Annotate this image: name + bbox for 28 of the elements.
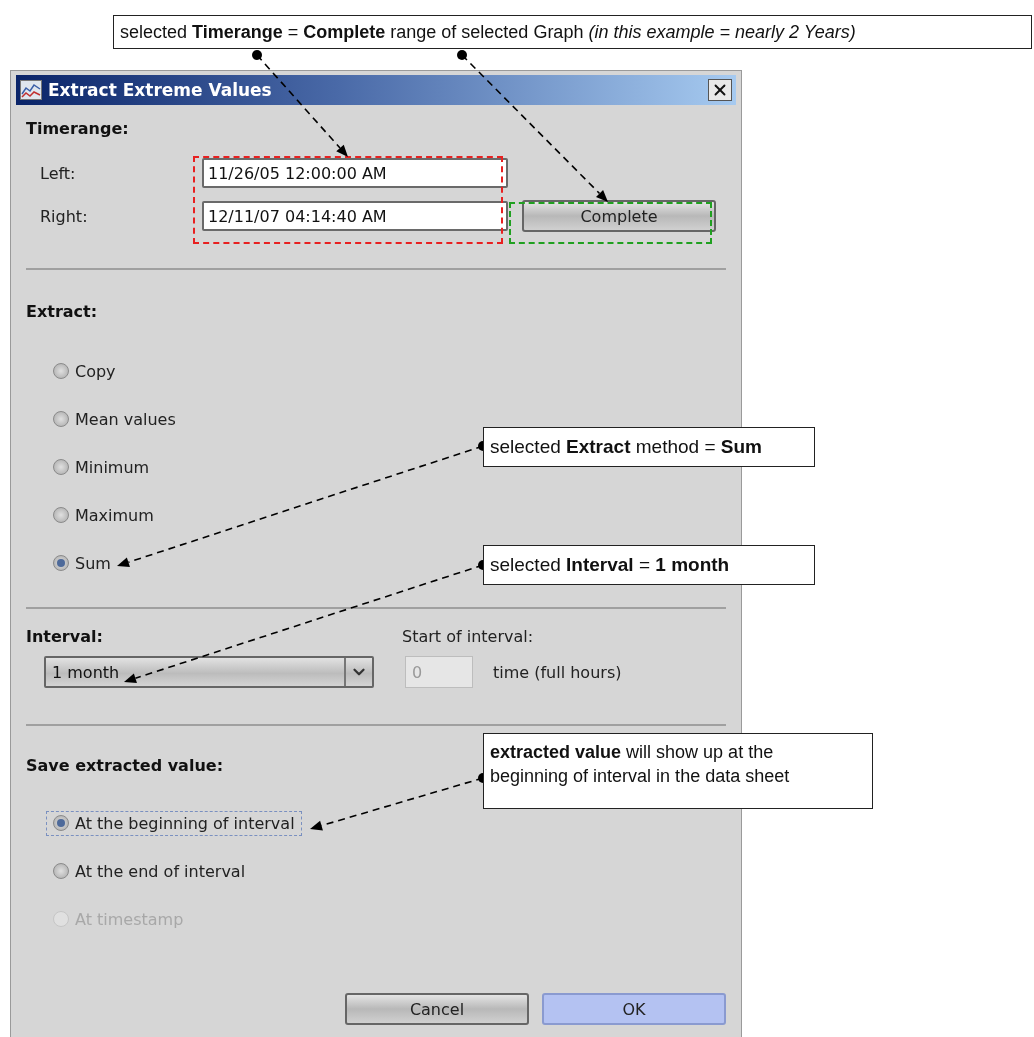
section-heading: Timerange: (26, 119, 129, 138)
field-label: Right: (39, 206, 89, 226)
radio-button[interactable]: Maximum (46, 502, 161, 528)
field-label: Left: (39, 163, 77, 183)
complete-button[interactable]: Complete (522, 200, 716, 232)
interval-dropdown[interactable]: 1 month (44, 656, 374, 688)
cancel-button[interactable]: Cancel (345, 993, 529, 1025)
radio-button[interactable]: Minimum (46, 454, 157, 480)
annotation-callout: selected Extract method = Sum (483, 427, 815, 467)
date-field[interactable]: 12/11/07 04:14:40 AM (202, 201, 508, 231)
date-field[interactable]: 11/26/05 12:00:00 AM (202, 158, 508, 188)
section-heading: Save extracted value: (26, 756, 224, 775)
radio-button[interactable]: At the end of interval (46, 858, 253, 884)
chart-icon (20, 80, 42, 100)
close-button[interactable] (708, 79, 732, 101)
radio-button[interactable]: Sum (46, 550, 118, 576)
ok-button[interactable]: OK (542, 993, 726, 1025)
annotation-callout: extracted value will show up at the beginning of interval in the data sheet (483, 733, 873, 809)
radio-button[interactable]: At the beginning of interval (46, 810, 302, 836)
unit-label: time (full hours) (493, 662, 622, 682)
window-title: Extract Extreme Values (48, 80, 273, 100)
annotation-callout: selected Interval = 1 month (483, 545, 815, 585)
section-heading: Extract: (26, 302, 98, 321)
radio-button[interactable]: Copy (46, 358, 123, 384)
section-heading: Interval: (26, 627, 104, 646)
field-label: Start of interval: (402, 627, 534, 646)
radio-button[interactable]: Mean values (46, 406, 183, 432)
annotation-callout: selected Timerange = Complete range of selected Graph (in this example = nearly 2 Years) (113, 15, 1032, 50)
